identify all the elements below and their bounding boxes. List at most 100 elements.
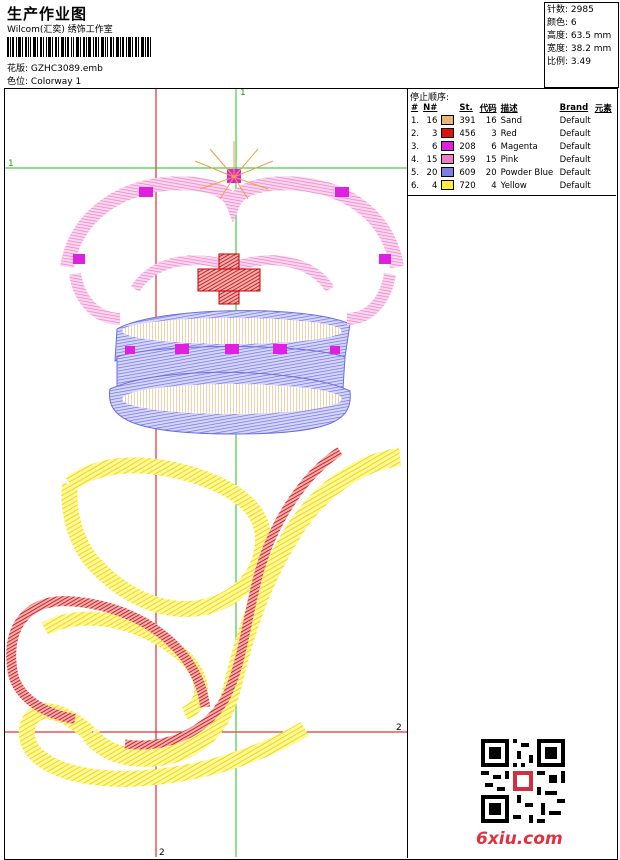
row-swatch <box>439 127 457 140</box>
row-description: Powder Blue <box>500 167 554 178</box>
row-element <box>593 127 614 140</box>
row-code: 4 <box>491 180 497 191</box>
barcode <box>7 37 151 57</box>
row-swatch <box>439 166 457 179</box>
color-swatch <box>441 180 455 191</box>
stat-width: 宽度: 38.2 mm <box>547 44 612 54</box>
row-index: 2. <box>411 128 420 139</box>
row-element <box>593 140 614 153</box>
row-brand: Default <box>559 128 591 139</box>
row-element <box>593 179 614 192</box>
col-needle: N# <box>423 102 438 113</box>
design-file-line: 花版: GZHC3089.emb <box>7 61 103 74</box>
row-needle: 6 <box>431 141 438 152</box>
row-description: Pink <box>500 154 519 165</box>
guide-label-h2: 2 <box>396 723 402 733</box>
row-swatch <box>439 153 457 166</box>
guide-label-v2: 2 <box>159 848 165 857</box>
guide-label-v1: 1 <box>240 89 246 98</box>
sequence-row: 2. 3 456 3 Red Default <box>409 127 614 140</box>
colorway-value: Colorway 1 <box>30 77 82 87</box>
col-element: 元素 <box>594 103 612 114</box>
color-swatch <box>441 154 455 165</box>
row-description: Red <box>500 128 517 139</box>
row-element <box>593 166 614 179</box>
row-index: 1. <box>411 115 420 126</box>
qr-code <box>481 739 565 823</box>
yellow-j-loop <box>61 457 272 618</box>
crown-right-arm <box>346 272 396 325</box>
row-code: 16 <box>485 115 497 126</box>
row-needle: 20 <box>426 167 438 178</box>
panel-divider <box>407 88 408 858</box>
row-stitches: 208 <box>459 141 476 152</box>
row-element <box>593 114 614 127</box>
stat-stitches: 针数: 2985 <box>547 5 594 15</box>
color-swatch <box>441 141 455 152</box>
sequence-row: 5. 20 609 20 Powder Blue Default <box>409 166 614 179</box>
sequence-row: 3. 6 208 6 Magenta Default <box>409 140 614 153</box>
row-needle: 16 <box>426 115 438 126</box>
row-code: 15 <box>485 154 497 165</box>
row-code: 6 <box>491 141 497 152</box>
row-description: Sand <box>500 115 523 126</box>
stat-scale: 比例: 3.49 <box>547 57 591 67</box>
row-brand: Default <box>559 141 591 152</box>
row-index: 6. <box>411 180 420 191</box>
watermark-site: 6xiu.com <box>476 829 563 849</box>
sand-band-lower <box>122 384 342 414</box>
row-swatch <box>439 179 457 192</box>
sequence-row: 1. 16 391 16 Sand Default <box>409 114 614 127</box>
color-swatch <box>441 128 455 139</box>
color-swatch <box>441 167 455 178</box>
colorway-label: 色位: <box>7 77 29 87</box>
row-swatch <box>439 114 457 127</box>
row-code: 3 <box>491 128 497 139</box>
row-stitches: 391 <box>459 115 476 126</box>
design-canvas: 1 1 2 2 <box>5 89 407 857</box>
row-needle: 15 <box>426 154 438 165</box>
row-brand: Default <box>559 180 591 191</box>
row-needle: 4 <box>431 180 438 191</box>
company-name: Wilcom(汇奕) 绣饰工作室 <box>7 25 113 35</box>
row-stitches: 609 <box>459 167 476 178</box>
design-label: 花版: <box>7 64 29 74</box>
row-description: Magenta <box>500 141 538 152</box>
page-title: 生产作业图 <box>7 5 88 23</box>
row-stitches: 456 <box>459 128 476 139</box>
col-description: 描述 <box>500 103 518 114</box>
yellow-j-curl <box>41 611 208 721</box>
col-stitches: St. <box>459 102 473 113</box>
col-index: # <box>411 102 419 113</box>
crown-left-arm <box>69 272 121 325</box>
sequence-row: 4. 15 599 15 Pink Default <box>409 153 614 166</box>
color-swatch <box>441 115 455 126</box>
col-swatch <box>439 101 457 114</box>
sequence-divider <box>408 195 616 196</box>
stat-colors: 颜色: 6 <box>547 18 577 28</box>
row-index: 3. <box>411 141 420 152</box>
row-index: 5. <box>411 167 420 178</box>
row-needle: 3 <box>431 128 438 139</box>
sand-band-upper <box>122 318 342 344</box>
row-description: Yellow <box>500 180 527 191</box>
col-code: 代码 <box>479 103 497 114</box>
row-element <box>593 153 614 166</box>
sequence-row: 6. 4 720 4 Yellow Default <box>409 179 614 192</box>
row-brand: Default <box>559 154 591 165</box>
row-swatch <box>439 140 457 153</box>
row-stitches: 599 <box>459 154 476 165</box>
sequence-table: # N# St. 代码 描述 Brand 元素 1. 16 391 16 Sand Def… <box>409 101 614 192</box>
col-brand: Brand <box>559 102 589 113</box>
design-file-value: GZHC3089.emb <box>30 64 103 74</box>
stats-list: 针数: 2985 颜色: 6 高度: 63.5 mm 宽度: 38.2 mm 比… <box>547 4 611 69</box>
row-index: 4. <box>411 154 420 165</box>
row-code: 20 <box>485 167 497 178</box>
row-stitches: 720 <box>459 180 476 191</box>
sequence-header-row: # N# St. 代码 描述 Brand 元素 <box>409 101 614 114</box>
colorway-line: 色位: Colorway 1 <box>7 74 81 87</box>
row-brand: Default <box>559 115 591 126</box>
stat-height: 高度: 63.5 mm <box>547 31 612 41</box>
row-brand: Default <box>559 167 591 178</box>
guide-label-h1: 1 <box>8 159 14 169</box>
